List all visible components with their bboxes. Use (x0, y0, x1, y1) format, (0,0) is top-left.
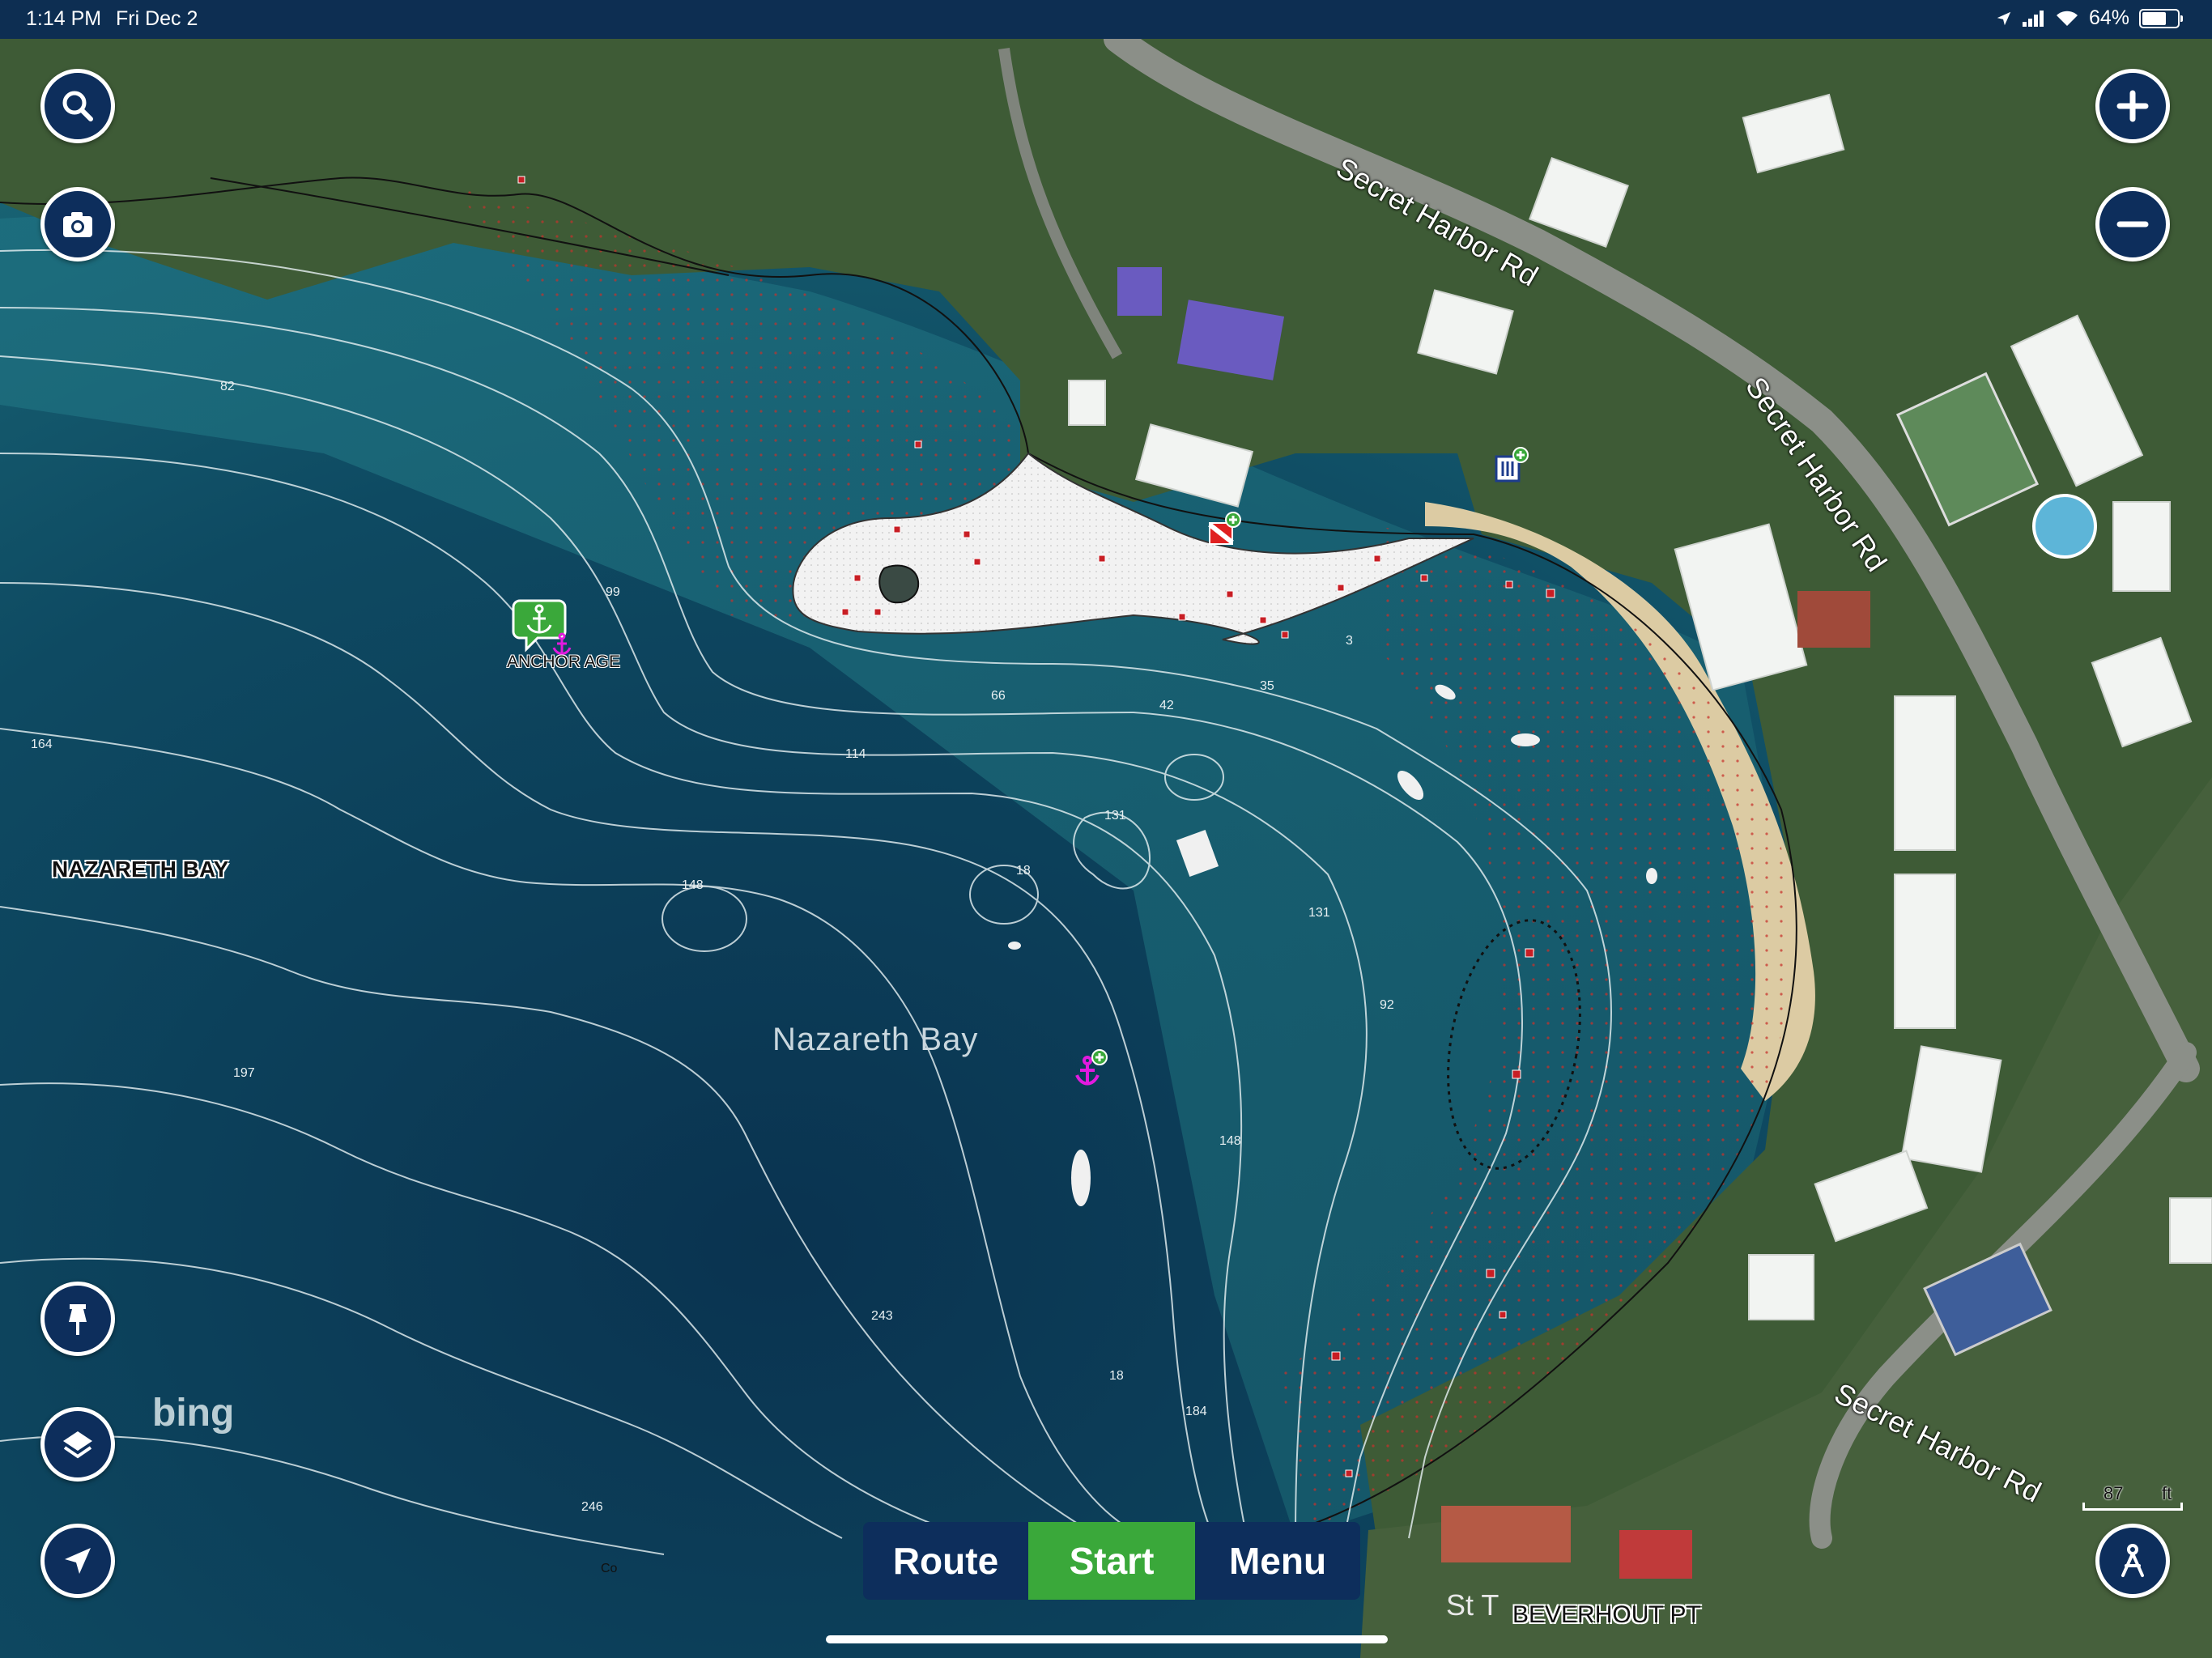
zoom-out-button[interactable] (2095, 187, 2170, 261)
search-icon (62, 91, 93, 121)
locate-button[interactable] (40, 1524, 115, 1598)
status-time: 1:14 PM (26, 7, 102, 30)
depth-sounding: 246 (581, 1500, 603, 1514)
status-bar: 1:14 PM Fri Dec 2 64% (0, 0, 2212, 39)
scale-value: 87 (2104, 1483, 2124, 1503)
depth-sounding: 164 (31, 738, 53, 751)
battery-icon (2139, 8, 2183, 28)
menu-button[interactable]: Menu (1195, 1522, 1360, 1600)
depth-sounding: 243 (871, 1309, 893, 1323)
scale-bar: 87 ft (2082, 1483, 2183, 1512)
depth-sounding: 66 (991, 689, 1006, 703)
start-button[interactable]: Start (1028, 1522, 1195, 1600)
depth-sounding: 99 (606, 585, 620, 599)
depth-sounding: 35 (1260, 679, 1274, 693)
layers-icon (63, 1431, 92, 1459)
minus-icon (2116, 221, 2149, 227)
camera-button[interactable] (40, 187, 115, 261)
depth-sounding: 184 (1185, 1405, 1207, 1418)
depth-sounding: 18 (1109, 1369, 1124, 1383)
status-right: 64% (1995, 6, 2183, 30)
compass-person-icon (2121, 1544, 2144, 1577)
depth-sounding: 82 (220, 380, 235, 393)
point-label: BEVERHOUT PT (1512, 1601, 1701, 1628)
status-date: Fri Dec 2 (116, 7, 198, 30)
pin-button[interactable] (40, 1282, 115, 1356)
depth-sounding: 131 (1308, 906, 1330, 920)
bay-label: Nazareth Bay (772, 1022, 979, 1057)
route-button[interactable]: Route (863, 1522, 1028, 1600)
wifi-icon (2056, 11, 2078, 26)
depth-sounding: 131 (1104, 809, 1126, 823)
depth-sounding: 148 (682, 878, 704, 892)
location-arrow-icon (65, 1548, 91, 1574)
depth-sounding: 42 (1159, 699, 1174, 712)
depth-sounding: 18 (1016, 864, 1031, 878)
depth-sounding: 197 (233, 1066, 255, 1080)
scale-unit: ft (2162, 1483, 2172, 1503)
anchorage-label: ANCHOR AGE (507, 653, 621, 671)
depth-sounding: 3 (1346, 634, 1353, 648)
pin-icon (69, 1304, 87, 1335)
camera-icon (63, 212, 92, 237)
location-services-icon (1997, 11, 2011, 25)
depth-sounding: 92 (1380, 998, 1394, 1012)
depth-sounding: 148 (1219, 1134, 1241, 1148)
battery-percent: 64% (2088, 6, 2129, 29)
rock (878, 564, 920, 604)
bing-logo: bing (152, 1392, 235, 1435)
tracking-mode-button[interactable] (2095, 1524, 2170, 1598)
home-indicator[interactable] (826, 1635, 1388, 1643)
layers-button[interactable] (40, 1407, 115, 1482)
place-label-partial: St T (1446, 1588, 1499, 1622)
search-button[interactable] (40, 69, 115, 143)
zoom-in-button[interactable] (2095, 69, 2170, 143)
depth-sounding: Co (601, 1562, 618, 1575)
bottom-toolbar: Route Start Menu (863, 1522, 1360, 1600)
cellular-signal-icon (2022, 10, 2044, 27)
depth-sounding: 114 (845, 747, 866, 761)
plus-icon (2116, 90, 2149, 122)
area-label: NAZARETH BAY (52, 857, 229, 882)
